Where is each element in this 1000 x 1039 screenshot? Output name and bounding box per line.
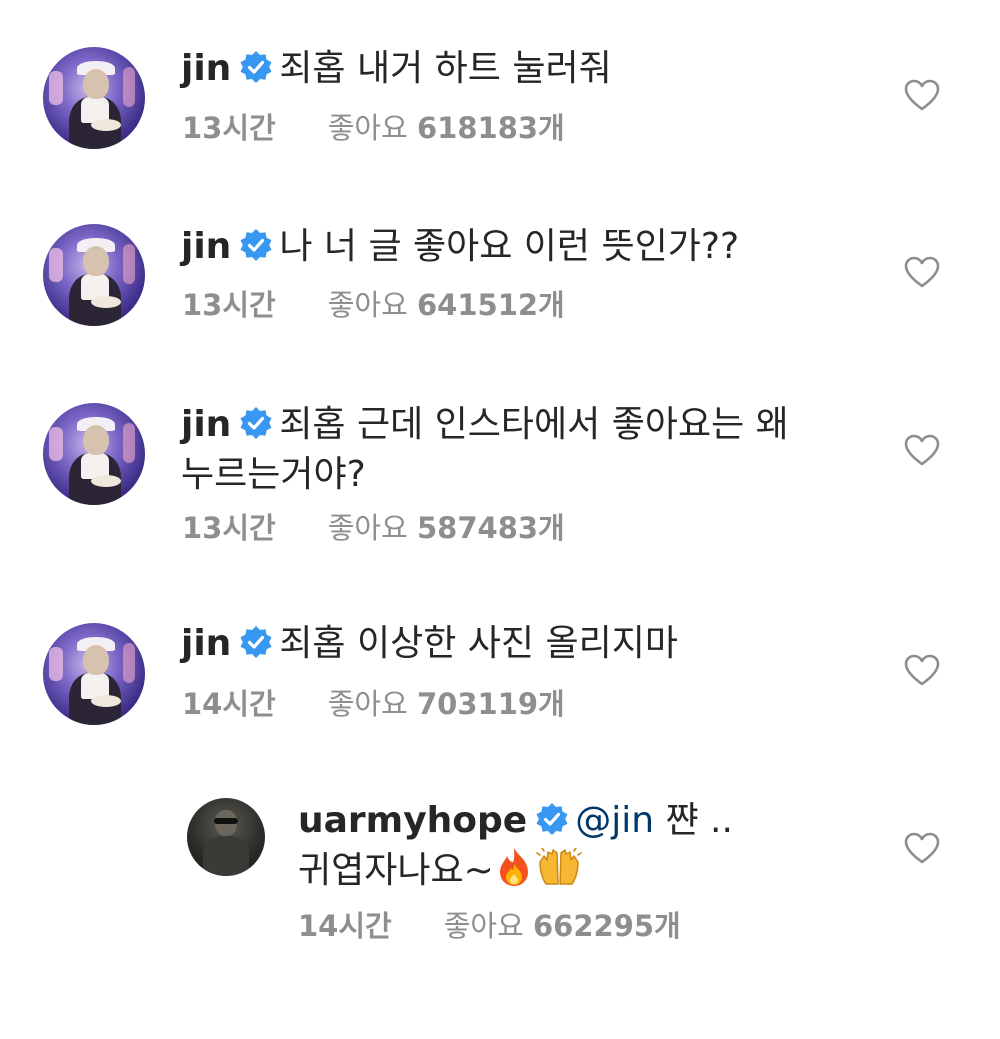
verified-badge-icon [239, 50, 273, 84]
likes-label[interactable]: 좋아요 [328, 288, 408, 322]
avatar-jin[interactable] [43, 403, 145, 505]
heart-icon[interactable] [903, 831, 941, 865]
likes-label[interactable]: 좋아요 [444, 909, 524, 943]
verified-badge-icon [239, 228, 273, 262]
heart-icon[interactable] [903, 433, 941, 467]
comment-time: 13시간 [182, 511, 276, 545]
likes-count[interactable]: 703119개 [417, 687, 565, 721]
likes-label[interactable]: 좋아요 [328, 511, 408, 545]
avatar-jin[interactable] [43, 224, 145, 326]
heart-icon[interactable] [903, 78, 941, 112]
comment-text: 죄홉 내거 하트 눌러줘 [279, 48, 612, 89]
mention-link[interactable]: @jin [575, 800, 654, 841]
avatar-uarmyhope[interactable] [187, 798, 265, 876]
likes-count[interactable]: 662295개 [533, 909, 681, 943]
comment-time: 13시간 [182, 288, 276, 322]
raising-hands-emoji-icon [535, 847, 582, 900]
likes-label[interactable]: 좋아요 [328, 111, 408, 145]
comment-text: 죄홉 이상한 사진 올리지마 [279, 623, 678, 664]
verified-badge-icon [535, 802, 569, 836]
reply-time: 14시간 [298, 909, 392, 943]
likes-count[interactable]: 618183개 [417, 111, 565, 145]
comment-time: 14시간 [182, 687, 276, 721]
comment-text: 나 너 글 좋아요 이런 뜻인가?? [279, 226, 740, 267]
likes-count[interactable]: 641512개 [417, 288, 565, 322]
reply-username[interactable]: uarmyhope [298, 800, 527, 841]
avatar-jin[interactable] [43, 47, 145, 149]
comment-username[interactable]: jin [181, 48, 231, 89]
comment-username[interactable]: jin [181, 623, 231, 664]
comment-username[interactable]: jin [181, 226, 231, 267]
reply-text-continued: 귀엽자나요~ [298, 850, 494, 891]
comment-username[interactable]: jin [181, 404, 231, 445]
verified-badge-icon [239, 625, 273, 659]
reply-text: 쨘 .. [665, 800, 733, 841]
fire-emoji-icon [494, 846, 534, 900]
comment-text: 죄홉 근데 인스타에서 좋아요는 왜 [279, 404, 789, 445]
likes-count[interactable]: 587483개 [417, 511, 565, 545]
heart-icon[interactable] [903, 653, 941, 687]
comment-time: 13시간 [182, 111, 276, 145]
verified-badge-icon [239, 406, 273, 440]
avatar-jin[interactable] [43, 623, 145, 725]
heart-icon[interactable] [903, 255, 941, 289]
likes-label[interactable]: 좋아요 [328, 687, 408, 721]
comment-text-continued: 누르는거야? [181, 454, 366, 495]
